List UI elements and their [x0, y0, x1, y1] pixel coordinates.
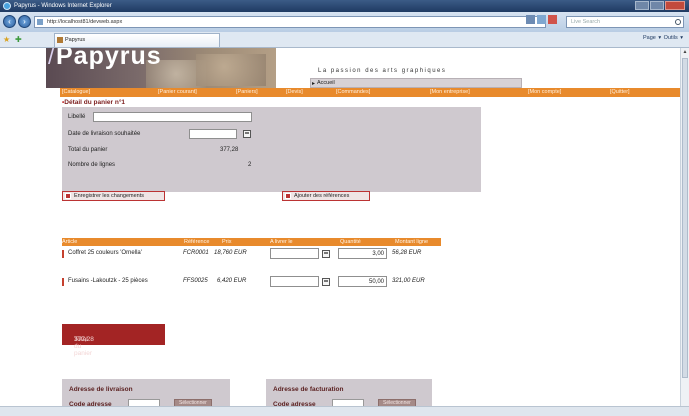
window-controls: [635, 1, 685, 10]
libelle-label: Libellé: [68, 114, 86, 120]
quantity-input[interactable]: 3,00: [338, 248, 387, 259]
menu-item-quotes[interactable]: [Devis]: [286, 88, 303, 97]
row-marker: [62, 278, 64, 286]
command-bar[interactable]: Page ▾ Outils ▾: [643, 35, 683, 41]
header-quantity: Quantité: [340, 239, 361, 245]
site-tagline: La passion des arts graphiques: [318, 68, 447, 74]
quantity-value: 3,00: [372, 251, 384, 257]
calendar-icon[interactable]: [243, 130, 251, 138]
menu-item-current-cart[interactable]: [Panier courant]: [158, 88, 197, 97]
quantity-value: 50,00: [368, 279, 384, 285]
cart-total-value: 377,28: [74, 336, 94, 343]
refresh-icon[interactable]: [537, 15, 546, 24]
delivery-date-label: Date de livraison souhaitée: [68, 131, 141, 137]
vertical-scrollbar[interactable]: ▲ ▼: [680, 48, 689, 415]
cart-details-panel: Libellé Date de livraison souhaitée Tota…: [62, 107, 481, 192]
menu-item-carts[interactable]: [Paniers]: [236, 88, 258, 97]
tab-page-icon: [57, 37, 63, 43]
add-references-button[interactable]: Ajouter des références: [282, 191, 370, 201]
add-favorite-icon[interactable]: ✚: [15, 36, 22, 44]
libelle-input[interactable]: [93, 112, 252, 122]
menu-item-company[interactable]: [Mon entreprise]: [430, 88, 470, 97]
cart-table-header: Article Référence Prix A livrer le Quant…: [62, 238, 441, 246]
search-input[interactable]: Live Search: [566, 16, 684, 28]
address-text: http://localhost81/devweb.aspx: [47, 19, 123, 25]
cell-price: 18,760 EUR: [214, 250, 247, 256]
cell-amount: 321,00 EUR: [392, 278, 425, 284]
lines-count-value: 2: [248, 162, 252, 168]
back-button[interactable]: ‹: [3, 15, 16, 28]
logo-mark-icon: /: [48, 48, 55, 69]
address-tools: [526, 15, 557, 24]
cart-title: Détail du panier n°1: [64, 99, 126, 106]
address-bar[interactable]: http://localhost81/devweb.aspx: [34, 16, 546, 28]
cart-total-text: Total du panier 377,28: [68, 330, 94, 357]
save-changes-label: Enregistrer les changements: [74, 193, 145, 199]
header-amount: Montant ligne: [395, 239, 429, 245]
stop-icon[interactable]: [548, 15, 557, 24]
row-marker: [62, 250, 64, 258]
banner-image-shape: [196, 54, 266, 86]
deliver-on-input[interactable]: [270, 276, 319, 287]
menu-item-account[interactable]: [Mon compte]: [528, 88, 561, 97]
cart-total-box: Total du panier 377,28: [62, 324, 165, 357]
scrollbar-thumb[interactable]: [682, 58, 688, 378]
header-reference: Référence: [184, 239, 210, 245]
table-row: Fusains -Lakoutzk - 25 pièces FFS0025 6,…: [62, 276, 482, 290]
delivery-address-heading: Adresse de livraison: [69, 386, 133, 393]
menu-item-orders[interactable]: [Commandes]: [336, 88, 370, 97]
page-content: / Papyrus La passion des arts graphiques…: [0, 48, 680, 415]
minimize-button[interactable]: [635, 1, 649, 10]
window-titlebar: Papyrus - Windows Internet Explorer: [0, 0, 689, 12]
header-price: Prix: [222, 239, 232, 245]
billing-address-heading: Adresse de facturation: [273, 386, 344, 393]
add-references-label: Ajouter des références: [294, 193, 350, 199]
cell-price: 6,420 EUR: [217, 278, 247, 284]
cell-reference: FFS0025: [183, 278, 208, 284]
save-icon: [65, 193, 71, 199]
save-changes-button[interactable]: Enregistrer les changements: [62, 191, 165, 201]
delivery-date-input[interactable]: [189, 129, 237, 139]
lines-count-label: Nombre de lignes: [68, 162, 116, 168]
cell-article: Coffret 25 couleurs 'Ornella': [68, 250, 142, 256]
tab-label: Papyrus: [65, 37, 86, 43]
add-icon: [285, 193, 291, 199]
breadcrumb-home[interactable]: Accueil: [317, 80, 335, 86]
site-logo[interactable]: Papyrus: [56, 48, 162, 71]
total-value: 377,28: [220, 147, 239, 153]
menu-item-catalogue[interactable]: [Catalogue]: [62, 88, 90, 97]
quantity-input[interactable]: 50,00: [338, 276, 387, 287]
main-menu: [Catalogue] [Panier courant] [Paniers] […: [60, 88, 680, 97]
deliver-on-input[interactable]: [270, 248, 319, 259]
calendar-icon[interactable]: [322, 278, 330, 286]
window-title: Papyrus - Windows Internet Explorer: [14, 3, 112, 9]
forward-button[interactable]: ›: [18, 15, 31, 28]
page-icon: [37, 19, 43, 25]
close-button[interactable]: [665, 1, 685, 10]
calendar-icon[interactable]: [322, 250, 330, 258]
cell-reference: FCR0001: [183, 250, 209, 256]
breadcrumb-arrow-icon: ▸: [312, 81, 316, 87]
search-icon[interactable]: [675, 19, 681, 25]
cell-article: Fusains -Lakoutzk - 25 pièces: [68, 278, 148, 284]
breadcrumb: ▸ Accueil: [310, 78, 522, 88]
tab-papyrus[interactable]: Papyrus: [54, 33, 220, 47]
ie-logo-icon: [3, 2, 11, 10]
header-article: Article: [62, 239, 78, 245]
header-deliver-on: A livrer le: [270, 239, 293, 245]
search-placeholder: Live Search: [571, 19, 601, 25]
go-icon[interactable]: [526, 15, 535, 24]
scroll-up-icon[interactable]: ▲: [682, 49, 688, 55]
site-banner: / Papyrus: [46, 48, 276, 88]
tab-bar: ★ ✚ Papyrus Page ▾ Outils ▾: [0, 32, 689, 48]
section-title: •Détail du panier n°1: [62, 99, 125, 106]
address-toolbar: ‹ › http://localhost81/devweb.aspx Live …: [0, 12, 689, 32]
maximize-button[interactable]: [650, 1, 664, 10]
menu-item-quit[interactable]: [Quitter]: [610, 88, 630, 97]
favorites-star-icon[interactable]: ★: [3, 36, 10, 44]
cell-amount: 56,28 EUR: [392, 250, 422, 256]
table-row: Coffret 25 couleurs 'Ornella' FCR0001 18…: [62, 248, 482, 262]
total-label: Total du panier: [68, 147, 108, 153]
